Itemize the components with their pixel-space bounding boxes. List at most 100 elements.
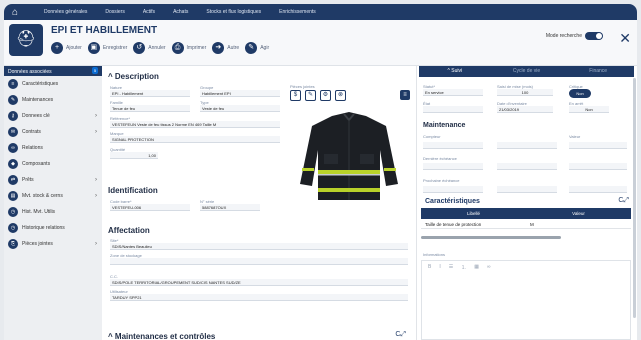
- sidebar-item[interactable]: ◷ Historique relations: [4, 220, 102, 236]
- close-icon[interactable]: ✕: [619, 30, 631, 47]
- compteur-field[interactable]: [423, 142, 483, 149]
- en-arret-field[interactable]: Non: [569, 106, 609, 113]
- list-icon[interactable]: ☰: [449, 264, 453, 271]
- statut-field[interactable]: En service: [423, 89, 483, 96]
- nav-item[interactable]: Enrichissements: [279, 9, 316, 15]
- description-heading[interactable]: ^ Description: [108, 72, 159, 81]
- menu-icon[interactable]: ≡: [400, 90, 410, 100]
- maintenances-section-label: Maintenances et contrôles: [114, 332, 216, 340]
- cc-field[interactable]: SDIS/POLE TERRITORIAL/GROUPEMENT SUD/CIS…: [110, 279, 408, 286]
- sidebar-title-label: Données associées: [8, 69, 52, 75]
- garantie-field[interactable]: 100: [497, 89, 553, 96]
- delete-icon[interactable]: ⊗: [335, 90, 346, 101]
- maintenances-section-heading[interactable]: ^ Maintenances et contrôles: [108, 332, 215, 340]
- nature-field[interactable]: EPI - Habillement: [110, 90, 190, 97]
- expand-icon[interactable]: C⤢: [395, 331, 406, 339]
- code-barre-field[interactable]: VESTEFEU-006: [110, 204, 190, 211]
- quantite-field[interactable]: 1,00: [110, 152, 158, 159]
- sidebar-item[interactable]: ▤ Mvt. stock & cerns ›: [4, 188, 102, 204]
- tab-finance[interactable]: Finance: [562, 66, 634, 77]
- sidebar-item[interactable]: ✉ Contrats ›: [4, 124, 102, 140]
- other-button[interactable]: ➜ Autre: [212, 42, 239, 54]
- save-button[interactable]: ▣ Enregistrer: [87, 42, 128, 54]
- arrow-right-icon: ➜: [212, 42, 225, 54]
- sidebar-item[interactable]: ⚷ Donnees clé ›: [4, 108, 102, 124]
- save-label: Enregistrer: [102, 45, 128, 51]
- rich-text-editor[interactable]: B I ☰ ⒈ ▦ ∞: [421, 260, 631, 340]
- tab-suivi-label: Suivi: [451, 68, 463, 74]
- advanced-search-toggle[interactable]: [585, 32, 603, 40]
- link-icon[interactable]: ✎: [305, 90, 316, 101]
- rte-toolbar: B I ☰ ⒈ ▦ ∞: [422, 261, 630, 274]
- nav-item[interactable]: Dossiers: [105, 9, 124, 15]
- add-label: Ajouter: [66, 45, 82, 51]
- etat-field[interactable]: [423, 106, 483, 113]
- derniere-echeance-field-3[interactable]: [569, 163, 627, 170]
- sidebar-item[interactable]: ≡ Caractéristiques: [4, 76, 102, 92]
- utilisateur-field[interactable]: TARDUY SPP21: [110, 294, 408, 301]
- other-label: Autre: [227, 45, 240, 51]
- upload-icon[interactable]: $: [290, 90, 301, 101]
- caracteristiques-heading: Caractéristiques: [425, 198, 480, 205]
- act-button[interactable]: ✎ Agir: [245, 42, 269, 54]
- sidebar: Données associées 5 ≡ Caractéristiques ✎ Ma…: [4, 66, 102, 340]
- horizontal-scrollbar[interactable]: [421, 236, 561, 239]
- type-field[interactable]: Veste de feu: [200, 105, 280, 112]
- tab-cycle[interactable]: Cycle de vie: [491, 66, 563, 77]
- valeur-label: Valeur: [569, 134, 581, 139]
- link-icon: ∞: [8, 143, 18, 153]
- home-icon[interactable]: ⌂: [4, 4, 26, 20]
- sidebar-item[interactable]: ◆ Composants: [4, 156, 102, 172]
- marque-field[interactable]: SIGNAL PROTECTION: [110, 136, 280, 143]
- serie-field[interactable]: 5887687OUX: [200, 204, 260, 211]
- sidebar-item[interactable]: ✎ Maintenances: [4, 92, 102, 108]
- sidebar-item-label: Donnees clé: [22, 113, 50, 119]
- prochaine-echeance-field-3[interactable]: [569, 186, 627, 193]
- informations-label: Informations: [423, 252, 446, 257]
- link-icon[interactable]: ∞: [487, 264, 491, 271]
- refresh-icon[interactable]: C⤢: [618, 197, 629, 205]
- date-field[interactable]: 21/03/2019: [497, 106, 553, 113]
- sidebar-item[interactable]: ⎘ Pièces jointes ›: [4, 236, 102, 252]
- settings-icon[interactable]: ⚙: [320, 90, 331, 101]
- critique-toggle[interactable]: Non: [569, 89, 591, 98]
- derniere-echeance-field-2[interactable]: [497, 163, 557, 170]
- compteur-field-2[interactable]: [497, 142, 557, 149]
- sidebar-item-label: Maintenances: [22, 97, 54, 103]
- nav-item[interactable]: Stocks et flux logistiques: [206, 9, 261, 15]
- table-icon[interactable]: ▦: [474, 264, 479, 271]
- column-header-libelle[interactable]: Libellé: [421, 208, 526, 219]
- print-label: Imprimer: [186, 45, 207, 51]
- sidebar-item[interactable]: ◷ Hist. Mvt. Utilis: [4, 204, 102, 220]
- maintenance-heading: Maintenance: [423, 122, 466, 129]
- famille-field[interactable]: Tenue de feu: [110, 105, 190, 112]
- prochaine-echeance-field-2[interactable]: [497, 186, 557, 193]
- table-row[interactable]: Taille de tenue de protection M: [421, 219, 631, 229]
- plus-icon: +: [51, 42, 63, 54]
- derniere-echeance-field[interactable]: [423, 163, 483, 170]
- site-field[interactable]: SDIS/Nantes Beaulieu: [110, 243, 408, 250]
- history-icon: ◷: [8, 223, 18, 233]
- prochaine-echeance-field[interactable]: [423, 186, 483, 193]
- nav-item[interactable]: Actifs: [143, 9, 155, 15]
- history-icon: ◷: [8, 207, 18, 217]
- nav-item[interactable]: Achats: [173, 9, 188, 15]
- sidebar-item[interactable]: ∞ Relations: [4, 140, 102, 156]
- chevron-right-icon: ›: [95, 177, 97, 183]
- nav-item[interactable]: Données générales: [44, 9, 87, 15]
- print-button[interactable]: ⎙ Imprimer: [171, 42, 207, 54]
- tab-suivi[interactable]: ^ Suivi: [419, 66, 491, 77]
- valeur-field[interactable]: [569, 142, 627, 149]
- reference-field[interactable]: VESTEFEUN Veste de feu tissus 2 Norme EN…: [110, 121, 280, 128]
- numbered-list-icon[interactable]: ⒈: [461, 264, 466, 271]
- groupe-field[interactable]: Habillement EPI: [200, 90, 280, 97]
- bold-icon[interactable]: B: [428, 264, 431, 271]
- italic-icon[interactable]: I: [439, 264, 440, 271]
- add-button[interactable]: + Ajouter: [51, 42, 82, 54]
- sidebar-item[interactable]: ⇄ Prêts ›: [4, 172, 102, 188]
- sidebar-title: Données associées 5: [4, 66, 102, 76]
- cancel-button[interactable]: ↺ Annuler: [133, 42, 166, 54]
- zone-field[interactable]: [110, 258, 408, 265]
- column-header-valeur[interactable]: Valeur: [526, 208, 631, 219]
- scrollbar[interactable]: [633, 78, 636, 318]
